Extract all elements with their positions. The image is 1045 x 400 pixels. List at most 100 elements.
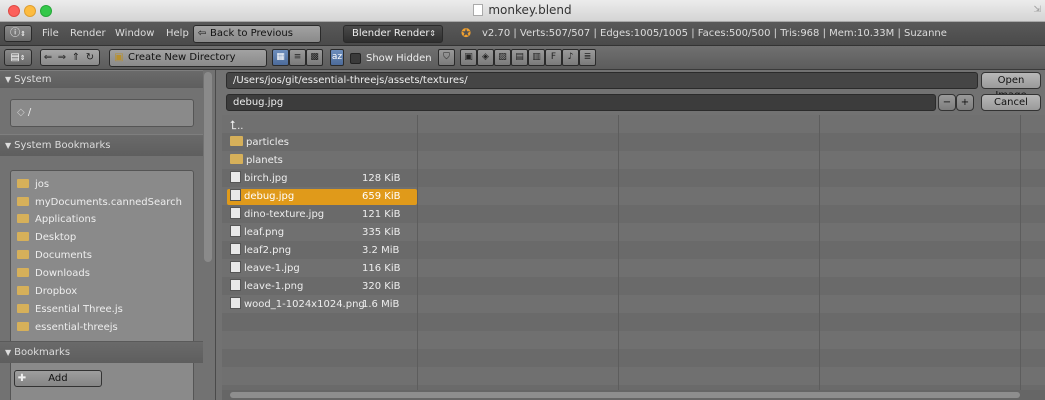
bookmark-applications[interactable]: Applications xyxy=(17,212,96,228)
sort-alpha-icon[interactable]: az xyxy=(330,49,344,66)
blend-filter-icon[interactable]: ◈ xyxy=(477,49,494,66)
image-file-icon xyxy=(230,261,241,273)
folder-filter-icon[interactable]: ▣ xyxy=(460,49,477,66)
filter-icon[interactable]: ⛉ xyxy=(438,49,455,66)
file-label: leave-1.jpg xyxy=(244,263,300,274)
parent-dir-icon[interactable]: ⇑ xyxy=(69,50,83,65)
create-new-directory-button[interactable]: ▣ Create New Directory xyxy=(109,49,267,67)
filename-field[interactable]: debug.jpg xyxy=(226,94,936,111)
increment-filename-button[interactable]: + xyxy=(956,94,974,111)
file-size: 335 KiB xyxy=(362,227,401,238)
back-to-previous-button[interactable]: ⇦ Back to Previous xyxy=(193,25,321,43)
window-title: monkey.blend xyxy=(488,3,572,17)
info-icon: ⓘ xyxy=(10,28,21,39)
bookmark-essential-threejs[interactable]: essential-threejs xyxy=(17,320,118,336)
long-list-icon[interactable]: ≡ xyxy=(289,49,306,66)
folder-icon xyxy=(17,286,29,295)
decrement-filename-button[interactable]: − xyxy=(938,94,956,111)
folder-icon xyxy=(17,250,29,259)
forward-arrow-icon[interactable]: ⇒ xyxy=(55,50,69,65)
image-filter-icon[interactable]: ▨ xyxy=(494,49,511,66)
system-bookmarks-header[interactable]: ▼ System Bookmarks xyxy=(0,134,203,156)
folder-icon xyxy=(17,304,29,313)
bookmark-desktop[interactable]: Desktop xyxy=(17,230,76,246)
bookmark-label: Applications xyxy=(35,214,97,225)
file-row-leaf2[interactable]: leaf2.png 3.2 MiB xyxy=(227,243,417,259)
open-image-button[interactable]: Open Image xyxy=(981,72,1041,101)
file-row-leave-1-jpg[interactable]: leave-1.jpg 116 KiB xyxy=(227,261,417,277)
editor-type-button-fb[interactable]: ▤⇕ xyxy=(4,49,32,66)
minus-icon: − xyxy=(942,97,952,108)
bookmark-label: myDocuments.cannedSearch xyxy=(35,197,183,208)
file-name: planets xyxy=(230,153,283,169)
folder-icon xyxy=(17,268,29,277)
system-root-label: / xyxy=(27,107,32,118)
bookmark-jos[interactable]: jos xyxy=(17,177,49,193)
cancel-button[interactable]: Cancel xyxy=(981,94,1041,111)
show-hidden-checkbox[interactable] xyxy=(350,53,361,64)
column-divider xyxy=(417,115,418,400)
bookmark-label: jos xyxy=(35,179,50,190)
horizontal-scrollbar[interactable] xyxy=(230,392,1020,398)
file-size: 1.6 MiB xyxy=(362,299,400,310)
file-label: birch.jpg xyxy=(244,173,288,184)
file-label: planets xyxy=(246,155,283,166)
file-browser-header: ▤⇕ ⇐ ⇒ ⇑ ↻ ▣ Create New Directory ▦ ≡ ▩ az S… xyxy=(0,46,1045,70)
bookmark-essential-three-js[interactable]: Essential Three.js xyxy=(17,302,123,318)
bookmark-mydocuments[interactable]: myDocuments.cannedSearch xyxy=(17,195,182,211)
create-directory-label: Create New Directory xyxy=(128,52,236,63)
menu-help[interactable]: Help xyxy=(166,28,189,39)
bookmarks-panel-header[interactable]: ▼ Bookmarks xyxy=(0,341,203,363)
refresh-icon[interactable]: ↻ xyxy=(83,50,97,65)
folder-icon xyxy=(17,179,29,188)
file-row-birch[interactable]: birch.jpg 128 KiB xyxy=(227,171,417,187)
file-label: leaf2.png xyxy=(244,245,292,256)
bookmarks-label: Bookmarks xyxy=(14,347,71,358)
thumbnails-icon[interactable]: ▩ xyxy=(306,49,323,66)
image-file-icon xyxy=(230,279,241,291)
sidebar-scrollbar[interactable] xyxy=(204,72,212,262)
bookmark-documents[interactable]: Documents xyxy=(17,248,92,264)
folder-icon xyxy=(17,232,29,241)
menu-render[interactable]: Render xyxy=(70,28,106,39)
file-row-debug-selected[interactable]: debug.jpg 659 KiB xyxy=(227,189,417,205)
new-folder-icon: ▣ xyxy=(114,52,124,63)
plus-icon: + xyxy=(960,97,970,108)
image-file-icon xyxy=(230,171,241,183)
script-filter-icon[interactable]: ▥ xyxy=(528,49,545,66)
file-row-particles[interactable]: particles xyxy=(227,135,417,151)
bookmark-downloads[interactable]: Downloads xyxy=(17,266,90,282)
directory-path-field[interactable]: /Users/jos/git/essential-threejs/assets/… xyxy=(226,72,978,89)
file-row-wood[interactable]: wood_1-1024x1024.png 1.6 MiB xyxy=(227,297,417,313)
sound-filter-icon[interactable]: ♪ xyxy=(562,49,579,66)
menu-file[interactable]: File xyxy=(42,28,59,39)
window-title-wrap: monkey.blend xyxy=(0,3,1045,17)
bookmark-label: Essential Three.js xyxy=(35,304,123,315)
render-engine-select[interactable]: Blender Render ⇕ xyxy=(343,25,443,43)
short-list-icon[interactable]: ▦ xyxy=(272,49,289,66)
system-root-item[interactable]: ◇ / xyxy=(10,99,194,127)
bookmark-label: Documents xyxy=(35,250,93,261)
system-panel-header[interactable]: ▼ System xyxy=(0,70,203,88)
movie-filter-icon[interactable]: ▤ xyxy=(511,49,528,66)
add-bookmark-button[interactable]: ✚ Add xyxy=(14,370,102,387)
file-name: dino-texture.jpg xyxy=(230,207,324,223)
file-row-parent[interactable]: ⮤.. xyxy=(227,117,417,133)
text-filter-icon[interactable]: ≣ xyxy=(579,49,596,66)
folder-icon xyxy=(17,214,29,223)
file-row-leave-1-png[interactable]: leave-1.png 320 KiB xyxy=(227,279,417,295)
document-icon xyxy=(473,4,484,16)
file-label: dino-texture.jpg xyxy=(244,209,325,220)
blender-logo-icon: ✪ xyxy=(461,26,472,40)
column-divider xyxy=(618,115,619,400)
file-row-dino-texture[interactable]: dino-texture.jpg 121 KiB xyxy=(227,207,417,223)
back-arrow-icon[interactable]: ⇐ xyxy=(41,50,55,65)
file-row-leaf[interactable]: leaf.png 335 KiB xyxy=(227,225,417,241)
bookmark-label: Downloads xyxy=(35,268,90,279)
file-row-planets[interactable]: planets xyxy=(227,153,417,169)
menu-window[interactable]: Window xyxy=(115,28,154,39)
add-label: Add xyxy=(48,373,68,384)
editor-type-button[interactable]: ⓘ⇕ xyxy=(4,25,32,42)
font-filter-icon[interactable]: F xyxy=(545,49,562,66)
bookmark-dropbox[interactable]: Dropbox xyxy=(17,284,77,300)
